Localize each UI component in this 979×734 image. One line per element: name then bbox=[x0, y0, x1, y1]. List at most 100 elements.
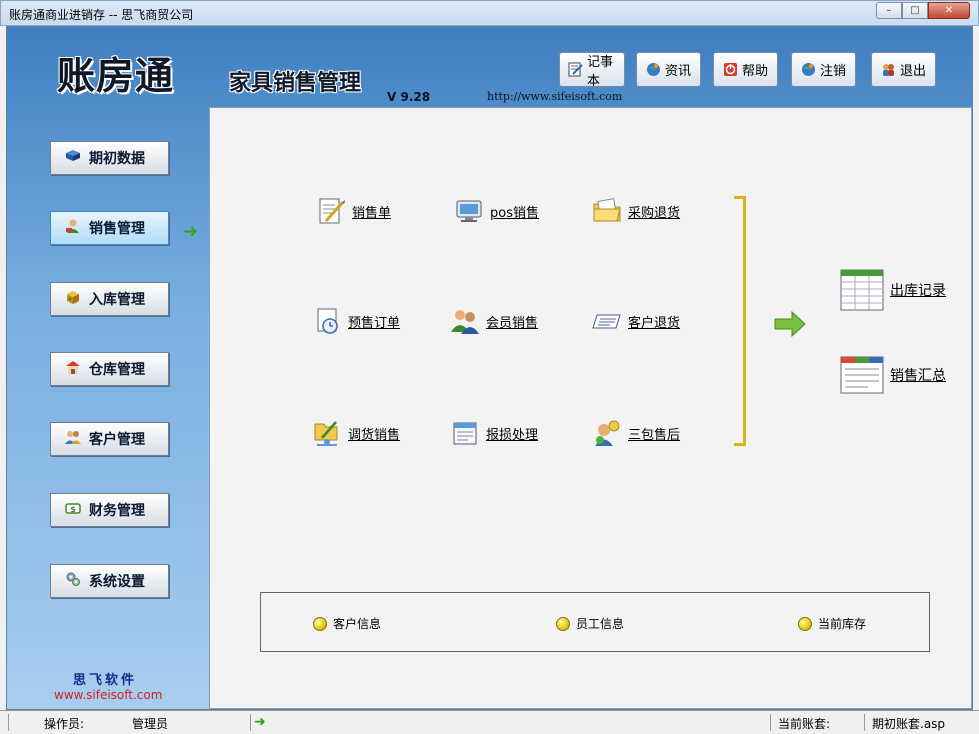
settings-icon bbox=[65, 571, 81, 591]
divider bbox=[770, 714, 771, 731]
presale-icon bbox=[312, 306, 342, 336]
logout-button[interactable]: 注销 bbox=[791, 52, 856, 87]
pos-sales-link[interactable]: pos销售 bbox=[454, 196, 539, 226]
employee-info-link[interactable]: 员工信息 bbox=[556, 615, 624, 632]
content-panel: 销售单 pos销售 采购退货 预售订单 会员销售 客户退货 调货销售 报损处理 … bbox=[209, 107, 972, 709]
sidebar-item-sales[interactable]: 销售管理 bbox=[50, 211, 169, 245]
sales-order-icon bbox=[316, 196, 346, 226]
help-label: 帮助 bbox=[742, 64, 769, 79]
divider bbox=[8, 714, 9, 731]
member-sales-link[interactable]: 会员销售 bbox=[450, 306, 538, 336]
purchase-return-label: 采购退货 bbox=[628, 205, 681, 221]
minimize-button[interactable]: – bbox=[876, 2, 902, 19]
sales-order-link[interactable]: 销售单 bbox=[316, 196, 391, 226]
notepad-button[interactable]: 记事本 bbox=[559, 52, 625, 89]
group-bracket bbox=[734, 196, 746, 446]
title-bar: 账房通商业进销存 -- 思飞商贸公司 – □ ✕ bbox=[0, 0, 979, 26]
sidebar-item-label: 仓库管理 bbox=[89, 362, 145, 378]
folder-icon bbox=[592, 196, 622, 226]
notepad-icon bbox=[568, 62, 583, 78]
quick-info-box: 客户信息 员工信息 当前库存 bbox=[260, 592, 930, 652]
company-logo-text: 思飞软件 bbox=[73, 673, 138, 688]
divider bbox=[250, 714, 251, 731]
news-button[interactable]: 资讯 bbox=[636, 52, 701, 87]
maximize-button[interactable]: □ bbox=[902, 2, 928, 19]
outbound-records-label: 出库记录 bbox=[890, 283, 946, 299]
news-icon bbox=[645, 62, 661, 78]
sales-order-label: 销售单 bbox=[352, 205, 392, 221]
damage-handling-link[interactable]: 报损处理 bbox=[450, 418, 538, 448]
active-arrow-icon: ➜ bbox=[183, 221, 199, 242]
exit-button[interactable]: 退出 bbox=[871, 52, 936, 87]
bullet-icon bbox=[313, 616, 327, 631]
return-icon bbox=[592, 306, 622, 336]
money-icon: $ bbox=[65, 500, 81, 520]
module-title: 家具销售管理 bbox=[229, 71, 362, 96]
notepad-label: 记事本 bbox=[587, 54, 614, 89]
presale-order-label: 预售订单 bbox=[348, 315, 401, 331]
damage-icon bbox=[450, 418, 480, 448]
sidebar-item-settings[interactable]: 系统设置 bbox=[50, 564, 169, 598]
close-button[interactable]: ✕ bbox=[928, 2, 970, 19]
members-icon bbox=[450, 306, 480, 336]
company-website[interactable]: www.sifeisoft.com bbox=[54, 688, 162, 702]
customers-icon bbox=[65, 429, 81, 449]
sidebar-item-label: 财务管理 bbox=[89, 503, 145, 519]
sales-icon bbox=[65, 218, 81, 238]
account-value: 期初账套.asp bbox=[872, 717, 946, 731]
sales-summary-link[interactable]: 销售汇总 bbox=[840, 353, 946, 397]
box-icon bbox=[65, 289, 81, 309]
version-label: V 9.28 bbox=[387, 90, 431, 104]
help-button[interactable]: 帮助 bbox=[713, 52, 778, 87]
aftersale-label: 三包售后 bbox=[628, 427, 681, 443]
employee-info-label: 员工信息 bbox=[576, 617, 625, 631]
app-logo: 账房通 bbox=[57, 54, 175, 98]
help-icon bbox=[722, 62, 738, 78]
book-icon bbox=[65, 149, 81, 167]
member-sales-label: 会员销售 bbox=[486, 315, 539, 331]
sidebar-item-label: 期初数据 bbox=[89, 151, 145, 167]
news-label: 资讯 bbox=[665, 64, 692, 79]
pos-icon bbox=[454, 196, 484, 226]
purchase-return-link[interactable]: 采购退货 bbox=[592, 196, 680, 226]
website-url: http://www.sifeisoft.com bbox=[487, 90, 623, 103]
svg-text:$: $ bbox=[70, 505, 76, 514]
sidebar-item-label: 系统设置 bbox=[89, 574, 145, 590]
window-controls: – □ ✕ bbox=[876, 2, 970, 19]
sidebar-item-finance[interactable]: $ 财务管理 bbox=[50, 493, 169, 527]
divider bbox=[864, 714, 865, 731]
logout-icon bbox=[800, 62, 816, 78]
customer-return-link[interactable]: 客户退货 bbox=[592, 306, 680, 336]
status-bar: 操作员: 管理员 ➜ 当前账套: 期初账套.asp bbox=[0, 710, 979, 734]
transfer-sales-link[interactable]: 调货销售 bbox=[312, 418, 400, 448]
arrow-right-icon bbox=[774, 310, 806, 345]
warehouse-icon bbox=[65, 359, 81, 379]
aftersale-icon bbox=[592, 418, 622, 448]
bullet-icon bbox=[556, 616, 570, 631]
customer-return-label: 客户退货 bbox=[628, 315, 681, 331]
arrow-right-icon: ➜ bbox=[254, 714, 266, 730]
logout-label: 注销 bbox=[820, 64, 847, 79]
window-title: 账房通商业进销存 -- 思飞商贸公司 bbox=[9, 8, 194, 22]
current-stock-link[interactable]: 当前库存 bbox=[798, 615, 866, 632]
exit-label: 退出 bbox=[900, 64, 927, 79]
table-icon bbox=[840, 268, 884, 312]
damage-handling-label: 报损处理 bbox=[486, 427, 539, 443]
sidebar-item-inbound[interactable]: 入库管理 bbox=[50, 282, 169, 316]
presale-order-link[interactable]: 预售订单 bbox=[312, 306, 400, 336]
bullet-icon bbox=[798, 616, 812, 631]
sidebar-item-customers[interactable]: 客户管理 bbox=[50, 422, 169, 456]
operator-label: 操作员: bbox=[44, 717, 85, 731]
summary-icon bbox=[840, 353, 884, 397]
outbound-records-link[interactable]: 出库记录 bbox=[840, 268, 946, 312]
transfer-sales-label: 调货销售 bbox=[348, 427, 401, 443]
customer-info-link[interactable]: 客户信息 bbox=[313, 615, 381, 632]
exit-icon bbox=[880, 62, 896, 78]
account-label: 当前账套: bbox=[778, 717, 831, 731]
sidebar-item-label: 入库管理 bbox=[89, 292, 145, 308]
sidebar-item-warehouse[interactable]: 仓库管理 bbox=[50, 352, 169, 386]
sidebar-item-initial-data[interactable]: 期初数据 bbox=[50, 141, 169, 175]
operator-value: 管理员 bbox=[132, 717, 169, 731]
aftersale-link[interactable]: 三包售后 bbox=[592, 418, 680, 448]
sidebar-item-label: 销售管理 bbox=[89, 221, 145, 237]
